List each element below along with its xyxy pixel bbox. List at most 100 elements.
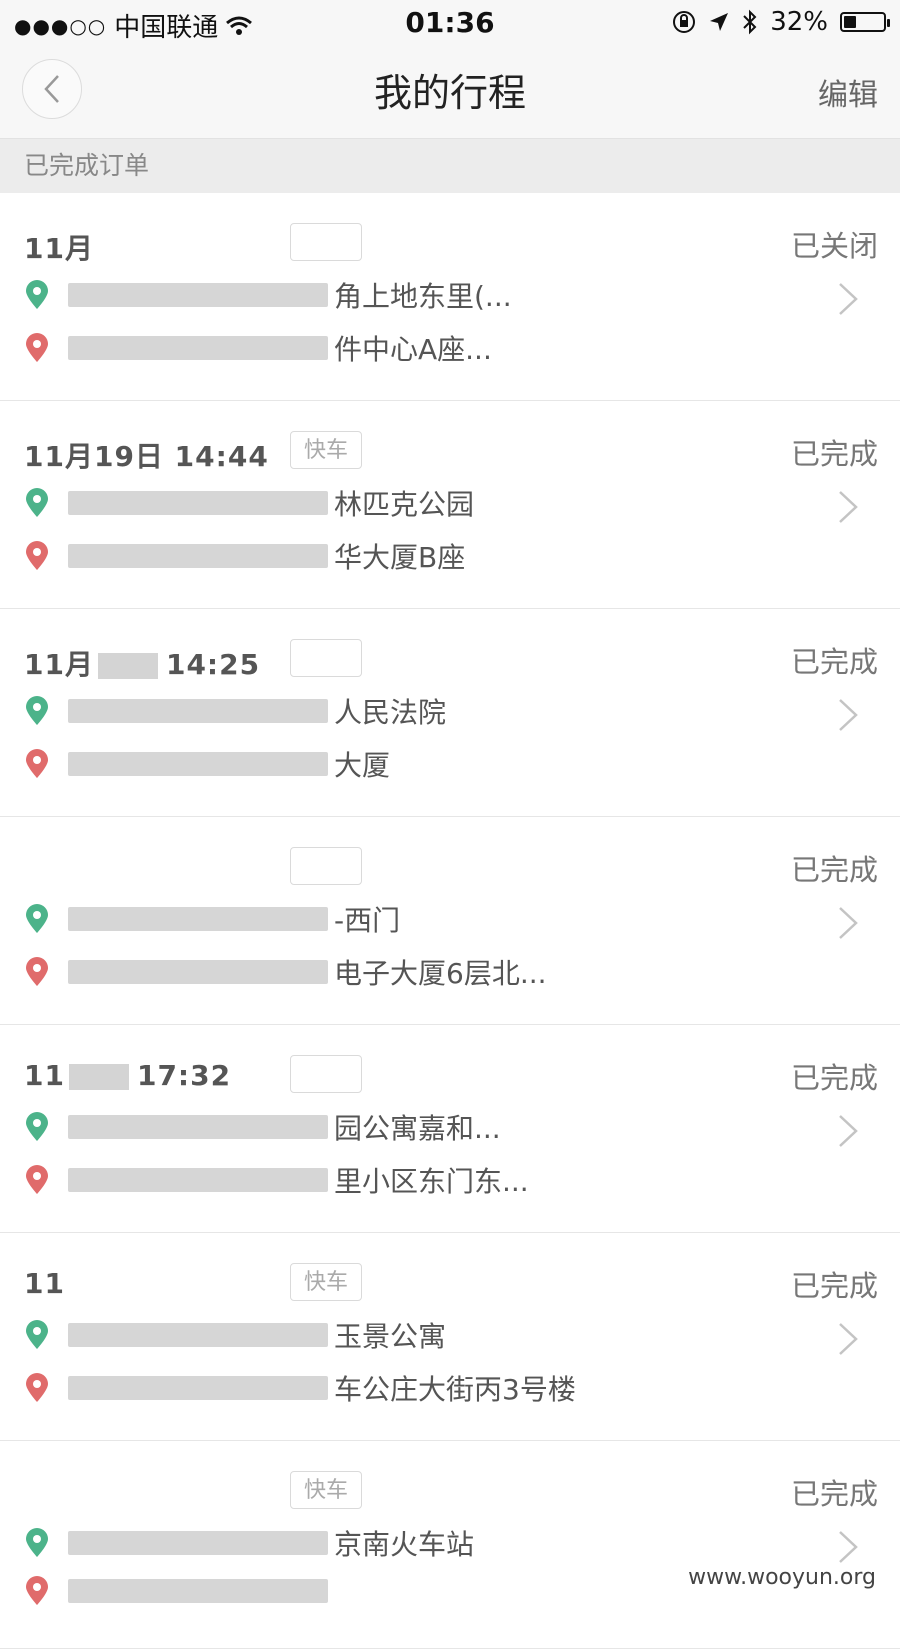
trip-type-tag (290, 223, 362, 261)
trip-date: 11月 14:25 (24, 643, 260, 683)
trip-type-tag: 快车 (290, 1471, 362, 1509)
end-address-row: 件中心A座... (24, 328, 492, 368)
redacted-text (68, 960, 328, 984)
trip-card[interactable]: 已完成 -西门 电子大厦6层北... (0, 817, 900, 1025)
redacted-text (68, 1064, 129, 1090)
trip-type-tag: 快车 (290, 431, 362, 469)
trip-status: 已完成 (790, 645, 878, 679)
redacted-text (68, 752, 328, 776)
watermark: www.wooyun.org (688, 1565, 876, 1590)
redacted-text (68, 699, 328, 723)
trip-date: 11 17:32 (24, 1059, 231, 1092)
end-pin-icon (26, 1373, 48, 1402)
redacted-text (68, 907, 328, 931)
end-pin-icon (26, 749, 48, 778)
trip-type-tag (290, 639, 362, 677)
end-address: 电子大厦6层北... (334, 957, 547, 990)
battery-fill (844, 16, 856, 28)
start-address: 林匹克公园 (334, 488, 475, 521)
trip-type-tag (290, 847, 362, 885)
chevron-right-icon (839, 1115, 858, 1147)
trip-status: 已完成 (790, 1269, 878, 1303)
end-address: 大厦 (334, 749, 391, 782)
start-address: 京南火车站 (334, 1528, 475, 1561)
redacted-text (68, 1531, 328, 1555)
bluetooth-icon (743, 9, 757, 35)
start-address: 人民法院 (334, 696, 447, 729)
chevron-right-icon (839, 491, 858, 523)
trip-type-tag: 快车 (290, 1263, 362, 1301)
end-address: 车公庄大街丙3号楼 (334, 1373, 576, 1406)
start-pin-icon (26, 696, 48, 725)
redacted-text (68, 491, 328, 515)
chevron-right-icon (839, 1323, 858, 1355)
end-address-row: 里小区东门东... (24, 1160, 529, 1200)
trip-card[interactable]: 11月19日 14:44 快车 已完成 林匹克公园 华大厦B座 (0, 401, 900, 609)
trip-type-tag (290, 1055, 362, 1093)
edit-button[interactable]: 编辑 (818, 70, 878, 114)
start-pin-icon (26, 488, 48, 517)
end-address-row: 大厦 (24, 744, 390, 784)
start-address-row: 人民法院 (24, 691, 446, 731)
end-pin-icon (26, 957, 48, 986)
start-address-row: 角上地东里(... (24, 275, 512, 315)
chevron-right-icon (839, 1531, 858, 1563)
trip-date: 11月19日 14:44 (24, 440, 269, 473)
nav-bar: 我的行程 编辑 (0, 46, 900, 139)
end-address-row (24, 1576, 334, 1606)
trip-time: 14:25 (165, 648, 261, 681)
section-header: 已完成订单 (0, 139, 900, 193)
end-address: 里小区东门东... (334, 1165, 529, 1198)
redacted-text (68, 283, 328, 307)
start-address-row: 玉景公寓 (24, 1315, 446, 1355)
trip-card[interactable]: 11月 已关闭 角上地东里(... 件中心A座... (0, 193, 900, 401)
trip-card[interactable]: 11月 14:25 已完成 人民法院 大厦 (0, 609, 900, 817)
start-address-row: 京南火车站 (24, 1523, 474, 1563)
start-address-row: 林匹克公园 (24, 483, 474, 523)
redacted-text (68, 1376, 328, 1400)
end-address-row: 车公庄大街丙3号楼 (24, 1368, 576, 1408)
trip-time: 17:32 (136, 1059, 232, 1092)
redacted-text (97, 653, 158, 679)
end-address: 华大厦B座 (334, 541, 466, 574)
start-address: -西门 (334, 904, 401, 937)
trip-list: 11月 已关闭 角上地东里(... 件中心A座... 11月19日 14:44 … (0, 193, 900, 1649)
status-right: 32% (672, 7, 890, 37)
trip-status: 已完成 (790, 1061, 878, 1095)
trip-date-text: 11月 (24, 648, 94, 681)
trip-status: 已关闭 (790, 229, 878, 263)
chevron-right-icon (839, 907, 858, 939)
end-pin-icon (26, 1576, 48, 1605)
trip-date-text: 11 (24, 1059, 65, 1092)
start-pin-icon (26, 904, 48, 933)
redacted-text (68, 1168, 328, 1192)
end-address-row: 华大厦B座 (24, 536, 465, 576)
end-pin-icon (26, 1165, 48, 1194)
redacted-text (68, 336, 328, 360)
end-pin-icon (26, 333, 48, 362)
start-address-row: 园公寓嘉和... (24, 1107, 501, 1147)
redacted-text (68, 1115, 328, 1139)
redacted-text (68, 1323, 328, 1347)
rotation-lock-icon (673, 11, 696, 33)
trip-status: 已完成 (790, 853, 878, 887)
start-pin-icon (26, 1528, 48, 1557)
chevron-right-icon (839, 283, 858, 315)
end-pin-icon (26, 541, 48, 570)
trip-status: 已完成 (790, 437, 878, 471)
start-address: 园公寓嘉和... (334, 1112, 501, 1145)
start-address-row: -西门 (24, 899, 400, 939)
trip-date: 11 (24, 1267, 65, 1300)
status-bar: ●●●○○ 中国联通 01:36 32% (0, 0, 900, 46)
battery-icon (840, 12, 890, 32)
start-pin-icon (26, 1320, 48, 1349)
trip-date: 11月 (24, 232, 94, 265)
trip-card[interactable]: 11 17:32 已完成 园公寓嘉和... 里小区东门东... (0, 1025, 900, 1233)
trip-card[interactable]: 11 快车 已完成 玉景公寓 车公庄大街丙3号楼 (0, 1233, 900, 1441)
battery-percent: 32% (770, 7, 828, 37)
trip-card[interactable]: 快车 已完成 京南火车站 (0, 1441, 900, 1649)
redacted-text (68, 1579, 328, 1603)
chevron-right-icon (839, 699, 858, 731)
end-address-row: 电子大厦6层北... (24, 952, 547, 992)
start-address: 玉景公寓 (334, 1320, 447, 1353)
